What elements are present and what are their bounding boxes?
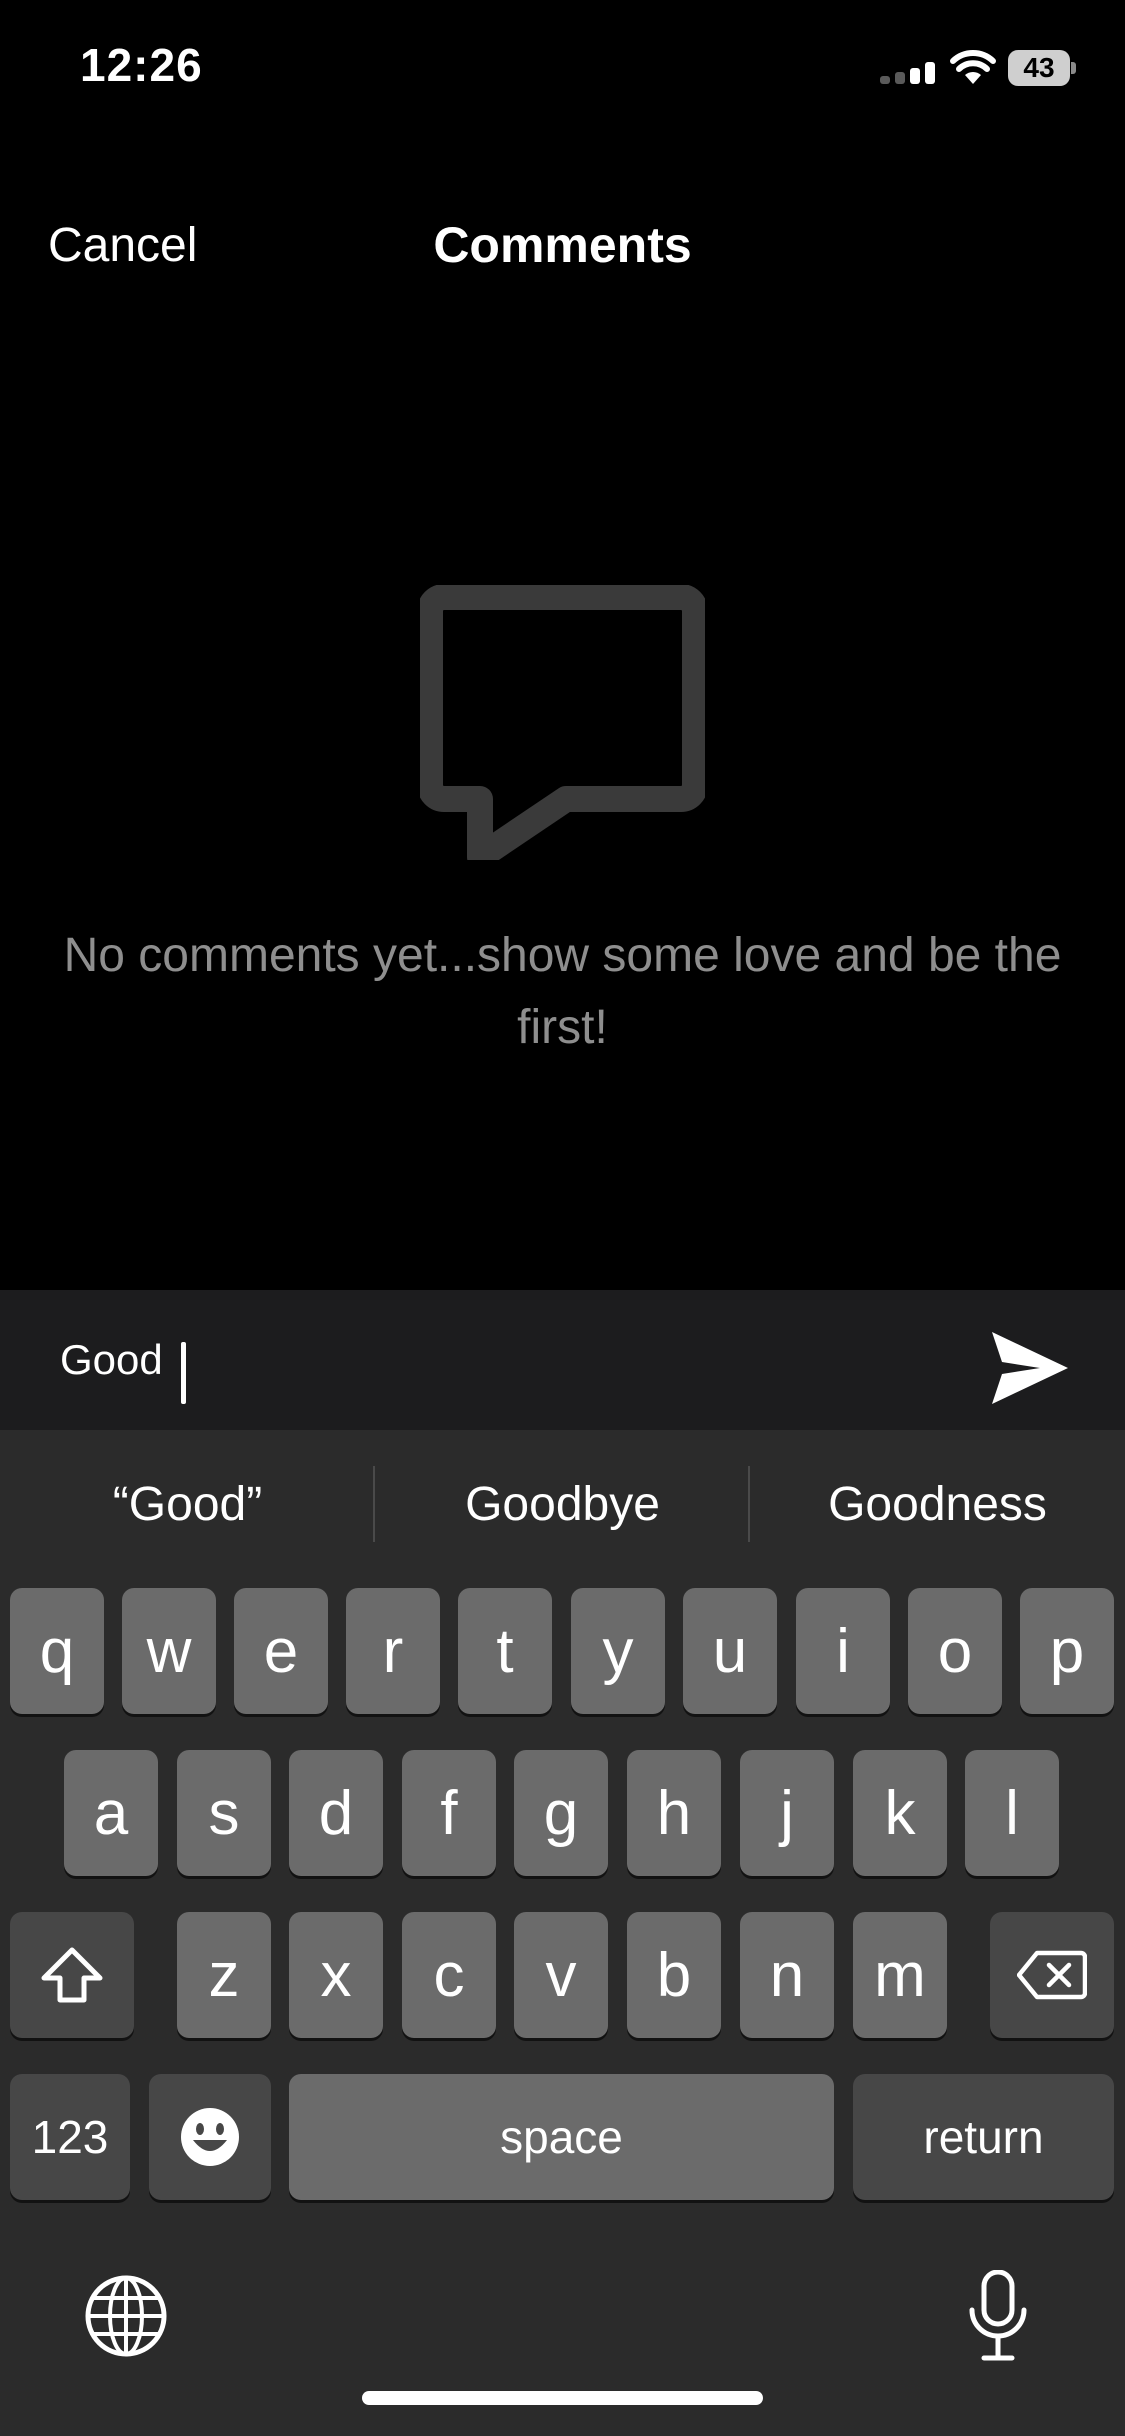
globe-icon[interactable] [84,2274,168,2358]
cellular-signal-icon [880,62,936,84]
key-v[interactable]: v [514,1912,608,2038]
send-icon[interactable] [990,1330,1070,1406]
key-k[interactable]: k [853,1750,947,1876]
text-caret [181,1342,186,1404]
shift-icon [41,1947,103,2003]
key-d[interactable]: d [289,1750,383,1876]
key-e[interactable]: e [234,1588,328,1714]
key-j[interactable]: j [740,1750,834,1876]
battery-icon: 43 [1008,50,1076,86]
comments-screen: 12:26 43 Cancel Comments No comments yet… [0,0,1125,2436]
key-i[interactable]: i [796,1588,890,1714]
comment-composer [0,1290,1125,1430]
suggestion-2[interactable]: Goodbye [375,1430,750,1580]
status-bar: 12:26 43 [0,0,1125,140]
key-q[interactable]: q [10,1588,104,1714]
key-c[interactable]: c [402,1912,496,2038]
microphone-icon[interactable] [966,2270,1030,2362]
return-key[interactable]: return [853,2074,1114,2200]
key-y[interactable]: y [571,1588,665,1714]
shift-key[interactable] [10,1912,134,2038]
page-title: Comments [433,217,692,273]
chat-bubble-icon [420,585,705,860]
key-t[interactable]: t [458,1588,552,1714]
suggestion-1[interactable]: “Good” [0,1430,375,1580]
comment-input[interactable] [60,1320,960,1400]
key-b[interactable]: b [627,1912,721,2038]
emoji-key[interactable] [149,2074,271,2200]
key-r[interactable]: r [346,1588,440,1714]
key-w[interactable]: w [122,1588,216,1714]
key-m[interactable]: m [853,1912,947,2038]
suggestion-bar: “Good” Goodbye Goodness [0,1430,1125,1580]
delete-key[interactable] [990,1912,1114,2038]
key-a[interactable]: a [64,1750,158,1876]
emoji-icon [181,2108,239,2166]
nav-bar: Cancel Comments [0,190,1125,300]
key-z[interactable]: z [177,1912,271,2038]
key-o[interactable]: o [908,1588,1002,1714]
key-l[interactable]: l [965,1750,1059,1876]
key-s[interactable]: s [177,1750,271,1876]
key-u[interactable]: u [683,1588,777,1714]
empty-state-message: No comments yet...show some love and be … [63,929,1062,1054]
wifi-icon [950,50,996,84]
key-f[interactable]: f [402,1750,496,1876]
keyboard: “Good” Goodbye Goodness q w e r t y u i … [0,1430,1125,2436]
status-time: 12:26 [80,39,203,91]
battery-level: 43 [1008,50,1070,86]
suggestion-3[interactable]: Goodness [750,1430,1125,1580]
key-n[interactable]: n [740,1912,834,2038]
space-key[interactable]: space [289,2074,834,2200]
key-p[interactable]: p [1020,1588,1114,1714]
home-indicator[interactable] [362,2391,763,2405]
key-x[interactable]: x [289,1912,383,2038]
backspace-icon [1017,1950,1087,2000]
numbers-key[interactable]: 123 [10,2074,130,2200]
key-g[interactable]: g [514,1750,608,1876]
key-h[interactable]: h [627,1750,721,1876]
